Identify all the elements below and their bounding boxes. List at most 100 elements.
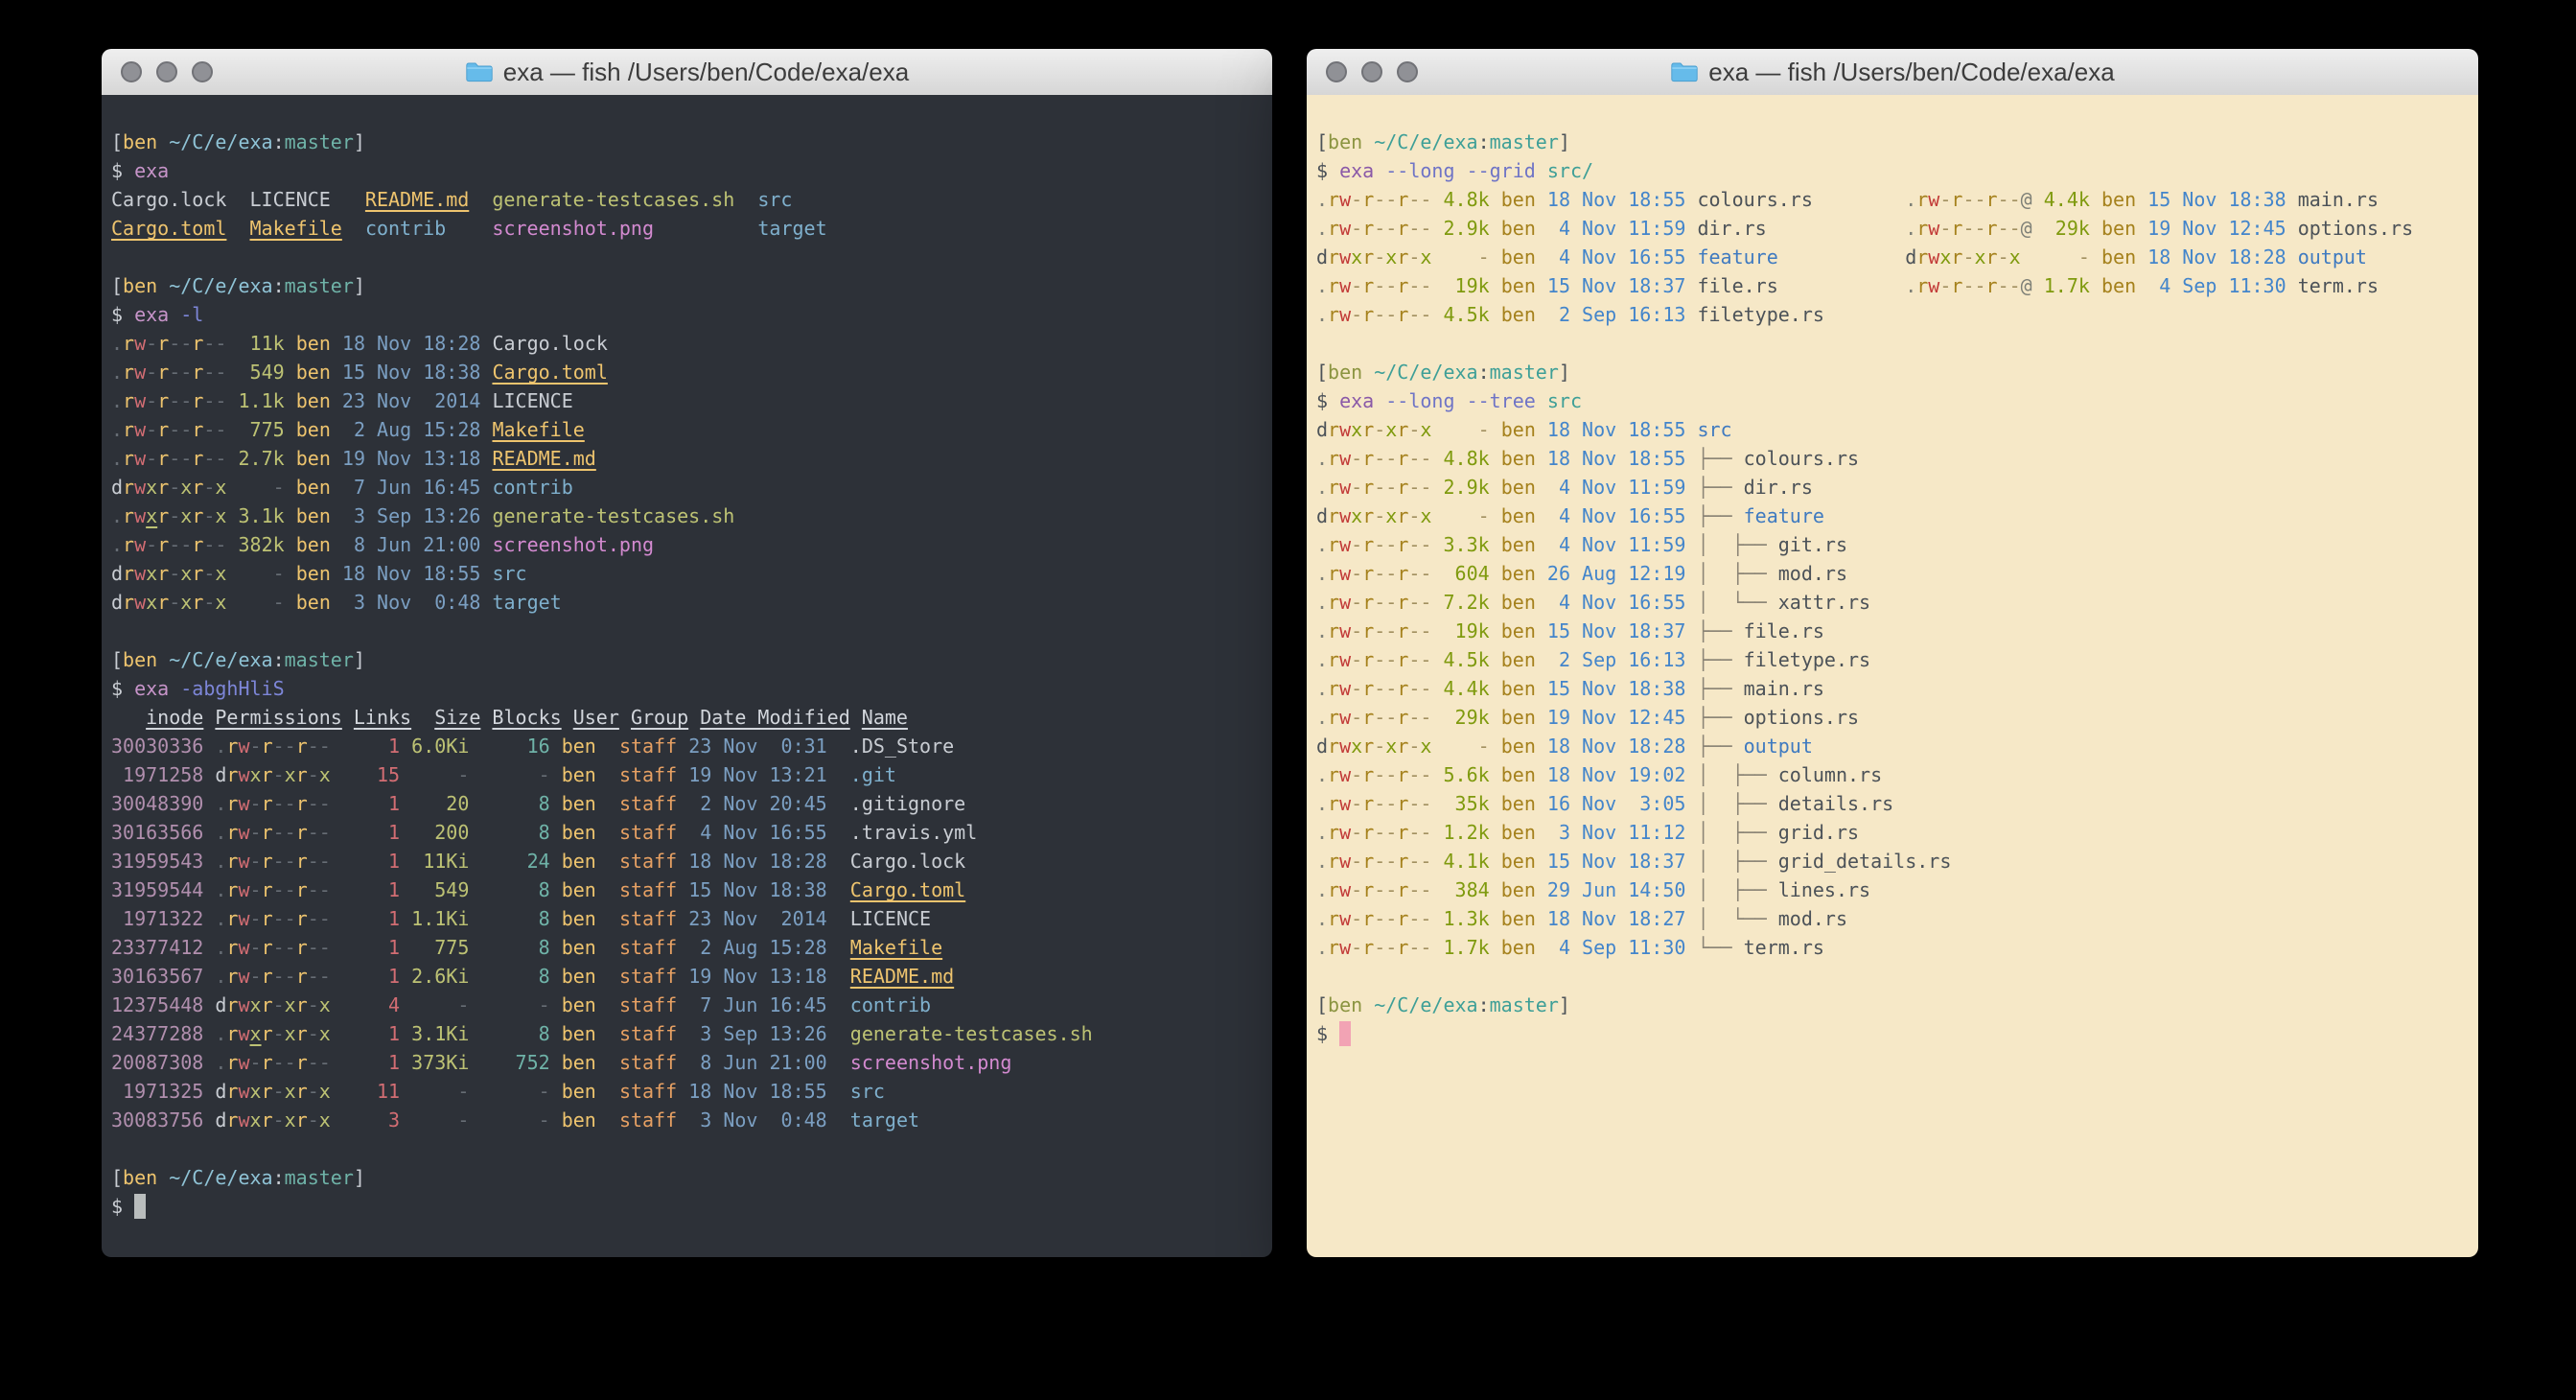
terminal-text: r bbox=[1951, 188, 1962, 211]
terminal-text: r bbox=[226, 878, 238, 901]
terminal-text: - bbox=[480, 993, 549, 1016]
terminal-text bbox=[1490, 677, 1501, 700]
terminal-text: exa bbox=[134, 159, 169, 182]
terminal-text: 8 bbox=[480, 878, 549, 901]
terminal-line: .rw-r--r-- 2.7k ben 19 Nov 13:18 README.… bbox=[111, 444, 1266, 473]
terminal-text: - bbox=[250, 821, 262, 844]
terminal-text: r bbox=[157, 389, 169, 412]
terminal-text: │ ├── bbox=[1697, 763, 1777, 786]
terminal-text bbox=[1431, 735, 1443, 758]
terminal-text: : bbox=[273, 130, 285, 153]
terminal-text bbox=[550, 1108, 562, 1132]
terminal-text: - bbox=[1374, 274, 1385, 297]
terminal-text: - bbox=[1385, 763, 1397, 786]
terminal-line: $ exa --long --tree src bbox=[1316, 386, 2472, 415]
terminal-text bbox=[469, 1022, 480, 1045]
close-button[interactable] bbox=[1326, 61, 1347, 82]
window-title-text: exa — fish /Users/ben/Code/exa/exa bbox=[503, 58, 909, 87]
terminal-text: r bbox=[1362, 274, 1374, 297]
terminal-text: 2.7k bbox=[239, 447, 285, 470]
terminal-text: . bbox=[215, 1051, 226, 1074]
terminal-text: - bbox=[1374, 447, 1385, 470]
minimize-button[interactable] bbox=[156, 61, 177, 82]
terminal-text: - bbox=[250, 735, 262, 758]
terminal-text: x bbox=[146, 591, 157, 614]
terminal-text: x bbox=[215, 476, 226, 499]
terminal-text: r bbox=[226, 1051, 238, 1074]
terminal-text bbox=[226, 332, 238, 355]
terminal-text: - bbox=[1408, 907, 1420, 930]
terminal-text bbox=[596, 850, 619, 873]
window-titlebar[interactable]: exa — fish /Users/ben/Code/exa/exa bbox=[1307, 49, 2478, 96]
terminal-text bbox=[342, 217, 365, 240]
terminal-text: - bbox=[215, 418, 226, 441]
close-button[interactable] bbox=[121, 61, 142, 82]
terminal-text: x bbox=[1420, 418, 1431, 441]
terminal-text: - bbox=[203, 562, 215, 585]
terminal-text: r bbox=[1328, 274, 1339, 297]
terminal-text: Size bbox=[434, 706, 480, 729]
terminal-text: r bbox=[296, 878, 308, 901]
terminal-text: - bbox=[1374, 562, 1385, 585]
terminal-text bbox=[1431, 850, 1443, 873]
terminal-text bbox=[1685, 735, 1697, 758]
terminal-text: - bbox=[250, 907, 262, 930]
terminal-text bbox=[677, 1022, 688, 1045]
terminal-line: 20087308 .rw-r--r-- 1 373Ki 752 ben staf… bbox=[111, 1048, 1266, 1077]
terminal-text: - bbox=[319, 965, 331, 988]
terminal-text bbox=[1490, 303, 1501, 326]
terminal-text: 1.1k bbox=[239, 389, 285, 412]
terminal-text: r bbox=[296, 1080, 308, 1103]
terminal-text bbox=[203, 965, 215, 988]
terminal-text: r bbox=[296, 792, 308, 815]
terminal-text: x bbox=[319, 763, 331, 786]
terminal-text bbox=[827, 763, 850, 786]
terminal-text: colours.rs bbox=[1744, 447, 1859, 470]
terminal-text bbox=[550, 850, 562, 873]
terminal-text: src bbox=[492, 562, 526, 585]
terminal-text bbox=[1490, 907, 1501, 930]
terminal-text: mod.rs bbox=[1778, 907, 1847, 930]
terminal-text bbox=[111, 706, 146, 729]
terminal-text: x bbox=[215, 591, 226, 614]
terminal-text: r bbox=[192, 389, 203, 412]
terminal-text: x bbox=[1420, 504, 1431, 527]
terminal-text bbox=[1431, 936, 1443, 959]
terminal-text: r bbox=[1328, 562, 1339, 585]
terminal-text: - bbox=[1351, 303, 1362, 326]
terminal-text: 1 bbox=[377, 1051, 400, 1074]
terminal-text: w bbox=[1928, 245, 1939, 268]
terminal-text bbox=[157, 130, 169, 153]
terminal-text: 1 bbox=[377, 965, 400, 988]
terminal-text: 2 Nov 20:45 bbox=[688, 792, 827, 815]
terminal-text: - bbox=[1420, 850, 1431, 873]
terminal-text: - bbox=[1962, 245, 1974, 268]
terminal-text: r bbox=[262, 821, 273, 844]
zoom-button[interactable] bbox=[1397, 61, 1418, 82]
terminal-text: w bbox=[1339, 303, 1351, 326]
terminal-text: 29 Jun 14:50 bbox=[1547, 878, 1686, 901]
zoom-button[interactable] bbox=[192, 61, 213, 82]
terminal-line: .rw-r--r-- 11k ben 18 Nov 18:28 Cargo.lo… bbox=[111, 329, 1266, 358]
terminal-text: 18 Nov 18:55 bbox=[1547, 418, 1686, 441]
terminal-text: r bbox=[296, 965, 308, 988]
terminal-line: .rw-r--r-- 2.9k ben 4 Nov 11:59 dir.rs .… bbox=[1316, 214, 2472, 243]
terminal-content-light[interactable]: [ben ~/C/e/exa:master]$ exa --long --gri… bbox=[1307, 95, 2478, 1257]
minimize-button[interactable] bbox=[1361, 61, 1382, 82]
terminal-text bbox=[827, 850, 850, 873]
terminal-text: . bbox=[215, 821, 226, 844]
terminal-text: - bbox=[273, 735, 285, 758]
terminal-text: - bbox=[1408, 936, 1420, 959]
terminal-text: - bbox=[273, 1051, 285, 1074]
terminal-text: - bbox=[273, 1080, 285, 1103]
terminal-text: r bbox=[296, 1051, 308, 1074]
terminal-text bbox=[331, 850, 377, 873]
window-titlebar[interactable]: exa — fish /Users/ben/Code/exa/exa bbox=[102, 49, 1272, 96]
terminal-text: $ bbox=[111, 677, 134, 700]
terminal-text: 15 Nov 18:37 bbox=[1547, 274, 1686, 297]
terminal-text: - bbox=[308, 965, 319, 988]
terminal-text bbox=[157, 274, 169, 297]
terminal-text: : bbox=[273, 648, 285, 671]
terminal-content-dark[interactable]: [ben ~/C/e/exa:master]$ exaCargo.lock LI… bbox=[102, 95, 1272, 1257]
terminal-text: . bbox=[215, 907, 226, 930]
